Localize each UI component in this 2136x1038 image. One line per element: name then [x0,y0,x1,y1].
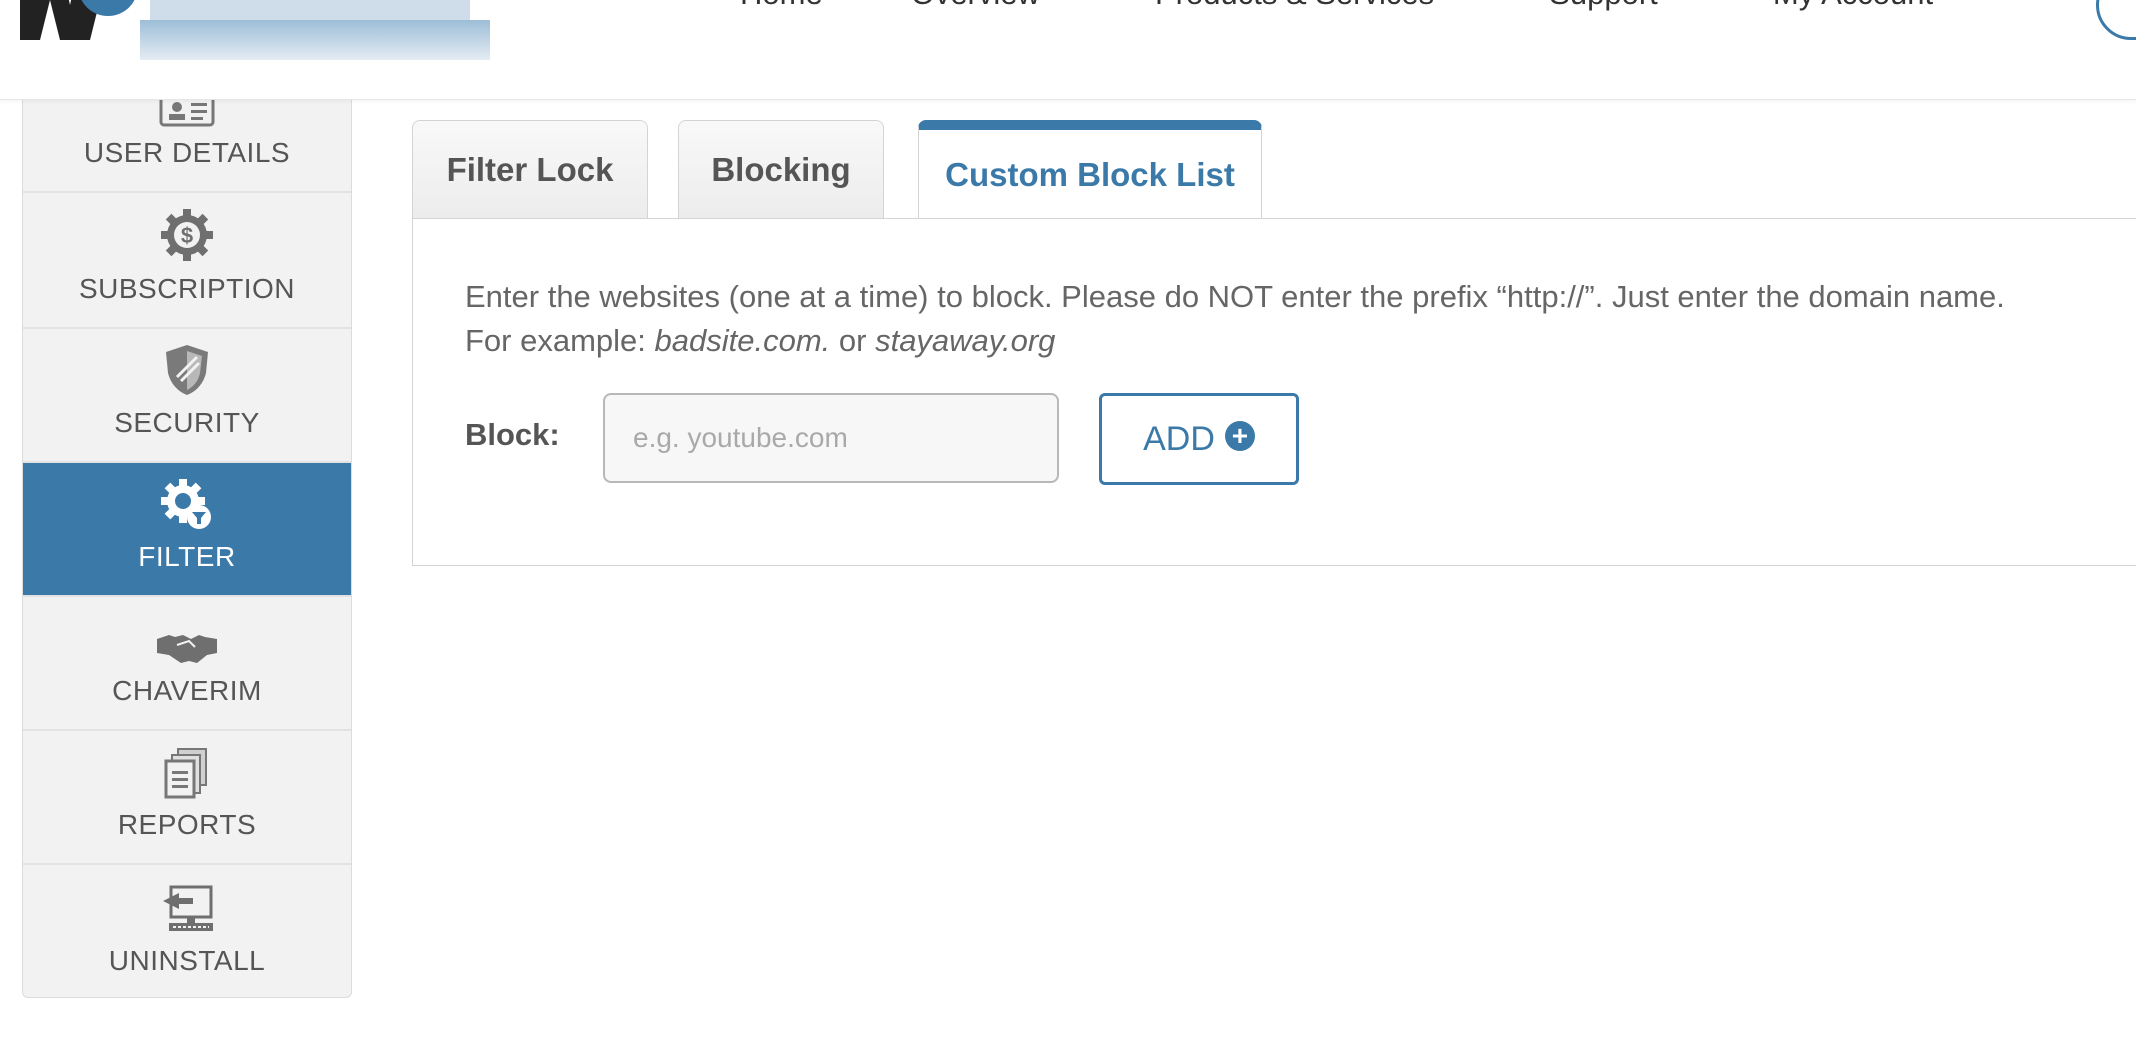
computer-exit-icon [159,883,215,935]
site-logo[interactable] [20,0,510,80]
handshake-icon [155,613,219,665]
sidebar-item-label: UNINSTALL [108,945,266,976]
svg-text:$: $ [181,223,193,248]
nav-my-account[interactable]: My Account⌄ [1773,0,1960,14]
sidebar-item-security[interactable]: SECURITY [23,329,351,463]
header-action-button[interactable] [2096,0,2136,40]
site-header: Home Overview⌄ Products & Services⌄ Supp… [0,0,2136,100]
example-domain-2: stayaway.org [875,323,1056,358]
sidebar-item-label: USER DETAILS [83,137,291,168]
sidebar-item-subscription[interactable]: $ SUBSCRIPTION [23,195,351,329]
nav-home[interactable]: Home [740,0,823,14]
block-label: Block: [465,417,560,452]
sidebar-item-filter[interactable]: FILTER [23,463,351,597]
sidebar-item-chaverim[interactable]: CHAVERIM [23,597,351,731]
chevron-down-icon: ⌄ [1052,0,1067,5]
dollar-gear-icon: $ [159,209,215,263]
add-button-label: ADD [1143,419,1215,458]
chevron-down-icon: ⌄ [1945,0,1960,5]
tab-filter-lock[interactable]: Filter Lock [412,120,648,218]
chevron-down-icon: ⌄ [1446,0,1461,5]
nav-support[interactable]: Support⌄ [1549,0,1685,14]
instruction-line: Enter the websites (one at a time) to bl… [465,279,2005,314]
add-button[interactable]: ADD + [1099,393,1299,485]
example-line: For example: badsite.com. or stayaway.or… [465,323,1056,358]
sidebar-item-label: SECURITY [114,407,260,438]
account-sidebar: USER DETAILS $ SUBSCRIPTION SECURITY FIL… [22,60,352,998]
nav-products-services[interactable]: Products & Services⌄ [1155,0,1461,14]
plus-circle-icon: + [1224,421,1255,451]
sidebar-item-label: FILTER [138,541,236,572]
chevron-down-icon: ⌄ [1670,0,1685,5]
sidebar-item-label: SUBSCRIPTION [78,273,296,304]
tab-custom-block-list[interactable]: Custom Block List [918,120,1262,220]
sidebar-item-reports[interactable]: REPORTS [23,731,351,865]
example-domain-1: badsite.com. [654,323,831,358]
block-domain-input[interactable] [603,393,1059,483]
instructions-text: Enter the websites (one at a time) to bl… [465,275,2005,363]
custom-block-list-panel: Enter the websites (one at a time) to bl… [412,218,2136,566]
sidebar-item-label: CHAVERIM [112,675,262,706]
sidebar-item-uninstall[interactable]: UNINSTALL [23,865,351,997]
shield-icon [163,345,211,397]
sidebar-item-label: REPORTS [117,809,257,840]
documents-icon [164,747,210,799]
filter-gear-icon [159,479,215,531]
tab-blocking[interactable]: Blocking [678,120,884,218]
nav-overview[interactable]: Overview⌄ [911,0,1067,14]
main-nav: Home Overview⌄ Products & Services⌄ Supp… [740,0,2048,14]
